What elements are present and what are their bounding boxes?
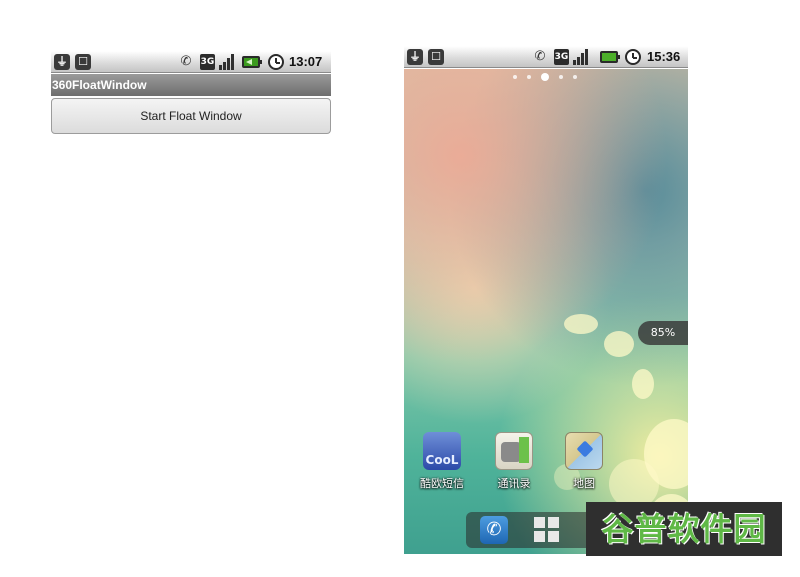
app-label: 地图 xyxy=(573,477,595,490)
sms-app-icon: CooL xyxy=(423,432,461,470)
android-icon: ☐ xyxy=(428,49,444,65)
signal-icon xyxy=(573,49,589,65)
android-icon: ☐ xyxy=(75,54,91,70)
home-screen: ⏚ ☐ ✆ 3G 15:36 85% CooL 酷欧短信 通讯录 地图 ✆ xyxy=(404,46,688,554)
status-bar: ⏚ ☐ ✆ 3G 15:36 xyxy=(404,46,688,68)
watermark-text: 谷普软件园 xyxy=(601,510,767,548)
app-label: 通讯录 xyxy=(497,477,531,490)
network-type-icon: 3G xyxy=(200,54,215,70)
page-dot xyxy=(573,75,577,79)
maps-app-icon xyxy=(565,432,603,470)
battery-icon xyxy=(600,51,620,63)
app-shortcut-maps[interactable]: 地图 xyxy=(556,432,612,496)
battery-charging-icon xyxy=(242,56,262,68)
watermark-logo: 谷普软件园 xyxy=(586,502,782,556)
page-dot xyxy=(527,75,531,79)
status-time: 13:07 xyxy=(289,54,323,69)
page-dot xyxy=(559,75,563,79)
float-window-app: ⏚ ☐ ✆ 3G 13:07 360FloatWindow Start Floa… xyxy=(51,51,331,135)
usb-icon: ⏚ xyxy=(54,54,70,70)
app-label: 酷欧短信 xyxy=(420,477,464,490)
phone-icon[interactable]: ✆ xyxy=(480,516,508,544)
float-window-widget[interactable]: 85% xyxy=(638,321,688,345)
app-shortcut-contacts[interactable]: 通讯录 xyxy=(486,432,542,496)
vibrate-icon: ✆ xyxy=(180,54,192,69)
usb-icon: ⏚ xyxy=(407,49,423,65)
signal-icon xyxy=(219,54,235,70)
start-float-window-button[interactable]: Start Float Window xyxy=(51,98,331,134)
page-dot xyxy=(513,75,517,79)
alarm-icon xyxy=(268,54,284,70)
contacts-app-icon xyxy=(495,432,533,470)
vibrate-icon: ✆ xyxy=(534,49,546,64)
status-bar: ⏚ ☐ ✆ 3G 13:07 xyxy=(51,51,331,73)
app-shortcut-sms[interactable]: CooL 酷欧短信 xyxy=(414,432,470,496)
app-drawer-icon[interactable] xyxy=(534,517,560,543)
status-time: 15:36 xyxy=(647,49,681,64)
page-indicator xyxy=(404,73,688,81)
app-title: 360FloatWindow xyxy=(51,74,331,96)
page-dot-active xyxy=(541,73,549,81)
network-type-icon: 3G xyxy=(554,49,569,65)
alarm-icon xyxy=(625,49,641,65)
